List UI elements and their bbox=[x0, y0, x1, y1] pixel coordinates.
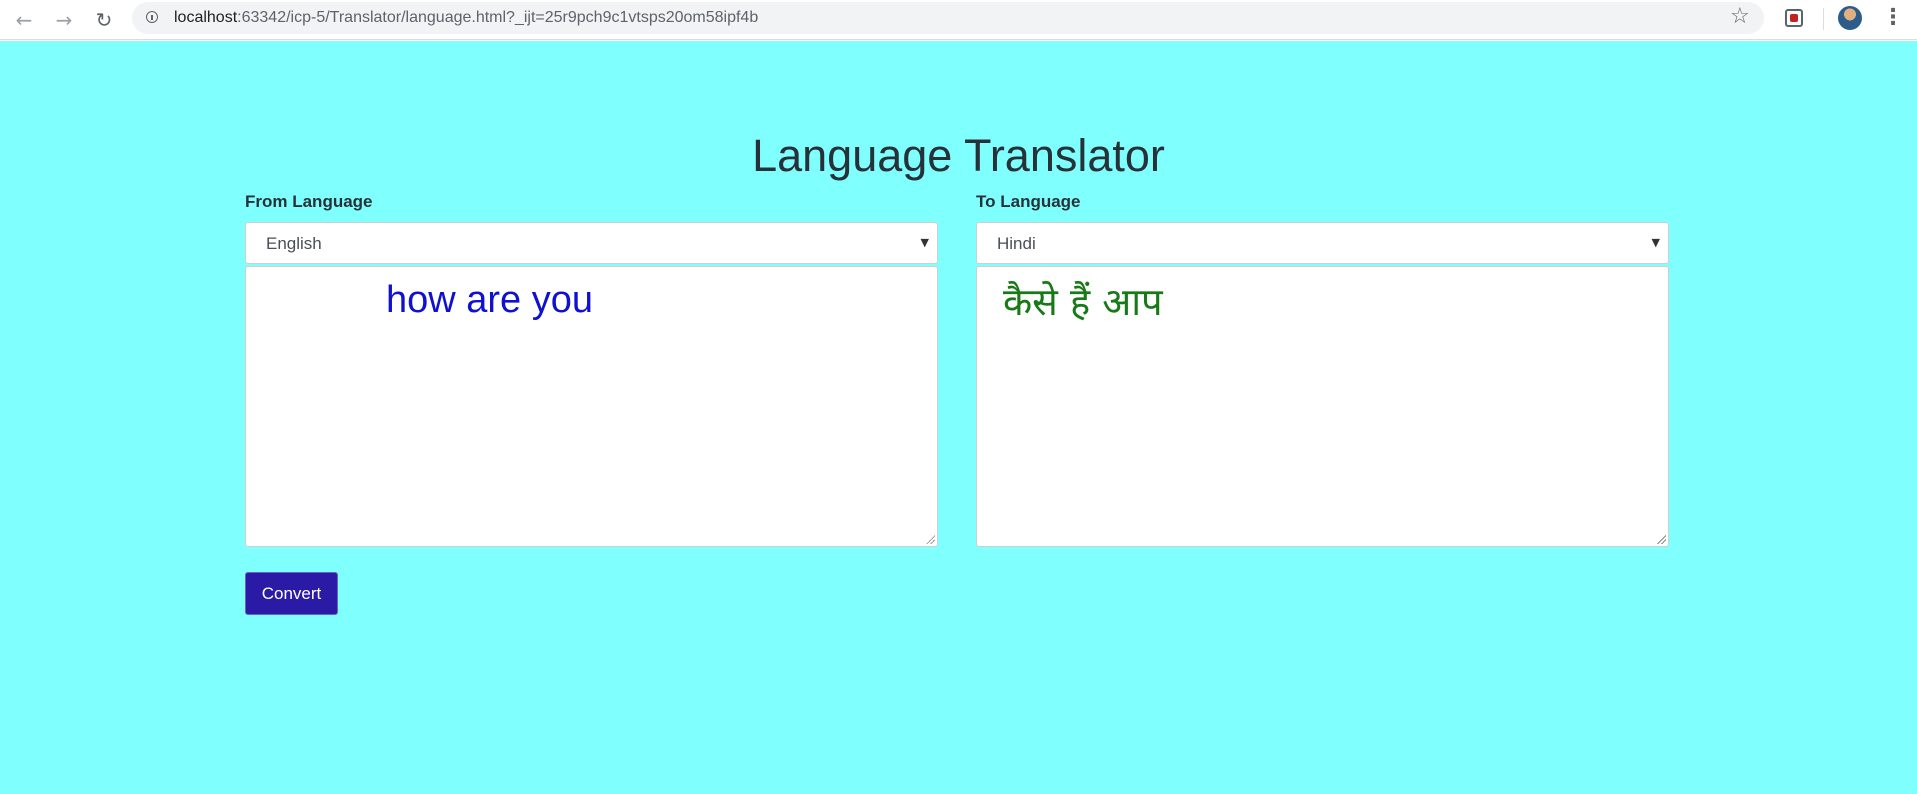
to-language-select[interactable]: Hindi ▼ bbox=[976, 222, 1669, 264]
bookmark-star-icon[interactable]: ☆ bbox=[1730, 4, 1750, 29]
page-title: Language Translator bbox=[752, 130, 1165, 181]
info-icon[interactable] bbox=[146, 11, 158, 23]
from-language-value: English bbox=[266, 234, 322, 253]
convert-button[interactable]: Convert bbox=[245, 572, 338, 615]
resize-grip-icon[interactable] bbox=[1656, 534, 1666, 544]
to-language-value: Hindi bbox=[997, 234, 1036, 253]
to-column: To Language Hindi ▼ कैसे हैं आप bbox=[976, 192, 1669, 547]
page-body: Language Translator From Language Englis… bbox=[0, 41, 1917, 794]
address-bar[interactable]: localhost:63342/icp-5/Translator/languag… bbox=[132, 2, 1764, 34]
browser-toolbar: ← → ↻ localhost:63342/icp-5/Translator/l… bbox=[0, 0, 1917, 40]
profile-avatar[interactable] bbox=[1838, 6, 1862, 30]
translated-text: कैसे हैं आप bbox=[1003, 280, 1163, 324]
dropdown-arrow-icon: ▼ bbox=[1651, 236, 1660, 249]
reload-icon[interactable]: ↻ bbox=[90, 6, 118, 34]
kebab-menu-icon[interactable]: ⋮ bbox=[1882, 5, 1904, 31]
source-text: how are you bbox=[386, 279, 594, 321]
back-icon[interactable]: ← bbox=[10, 6, 38, 34]
extension-icon[interactable] bbox=[1785, 9, 1803, 27]
toolbar-divider bbox=[1823, 8, 1824, 30]
dropdown-arrow-icon: ▼ bbox=[920, 236, 929, 249]
to-language-label: To Language bbox=[976, 192, 1081, 211]
url-text[interactable]: localhost:63342/icp-5/Translator/languag… bbox=[174, 9, 758, 27]
forward-icon[interactable]: → bbox=[50, 6, 78, 34]
source-text-area[interactable]: how are you bbox=[245, 266, 938, 547]
from-column: From Language English ▼ how are you bbox=[245, 192, 938, 547]
translated-text-area[interactable]: कैसे हैं आप bbox=[976, 266, 1669, 547]
from-language-select[interactable]: English ▼ bbox=[245, 222, 938, 264]
from-language-label: From Language bbox=[245, 192, 373, 211]
resize-grip-icon[interactable] bbox=[925, 534, 935, 544]
